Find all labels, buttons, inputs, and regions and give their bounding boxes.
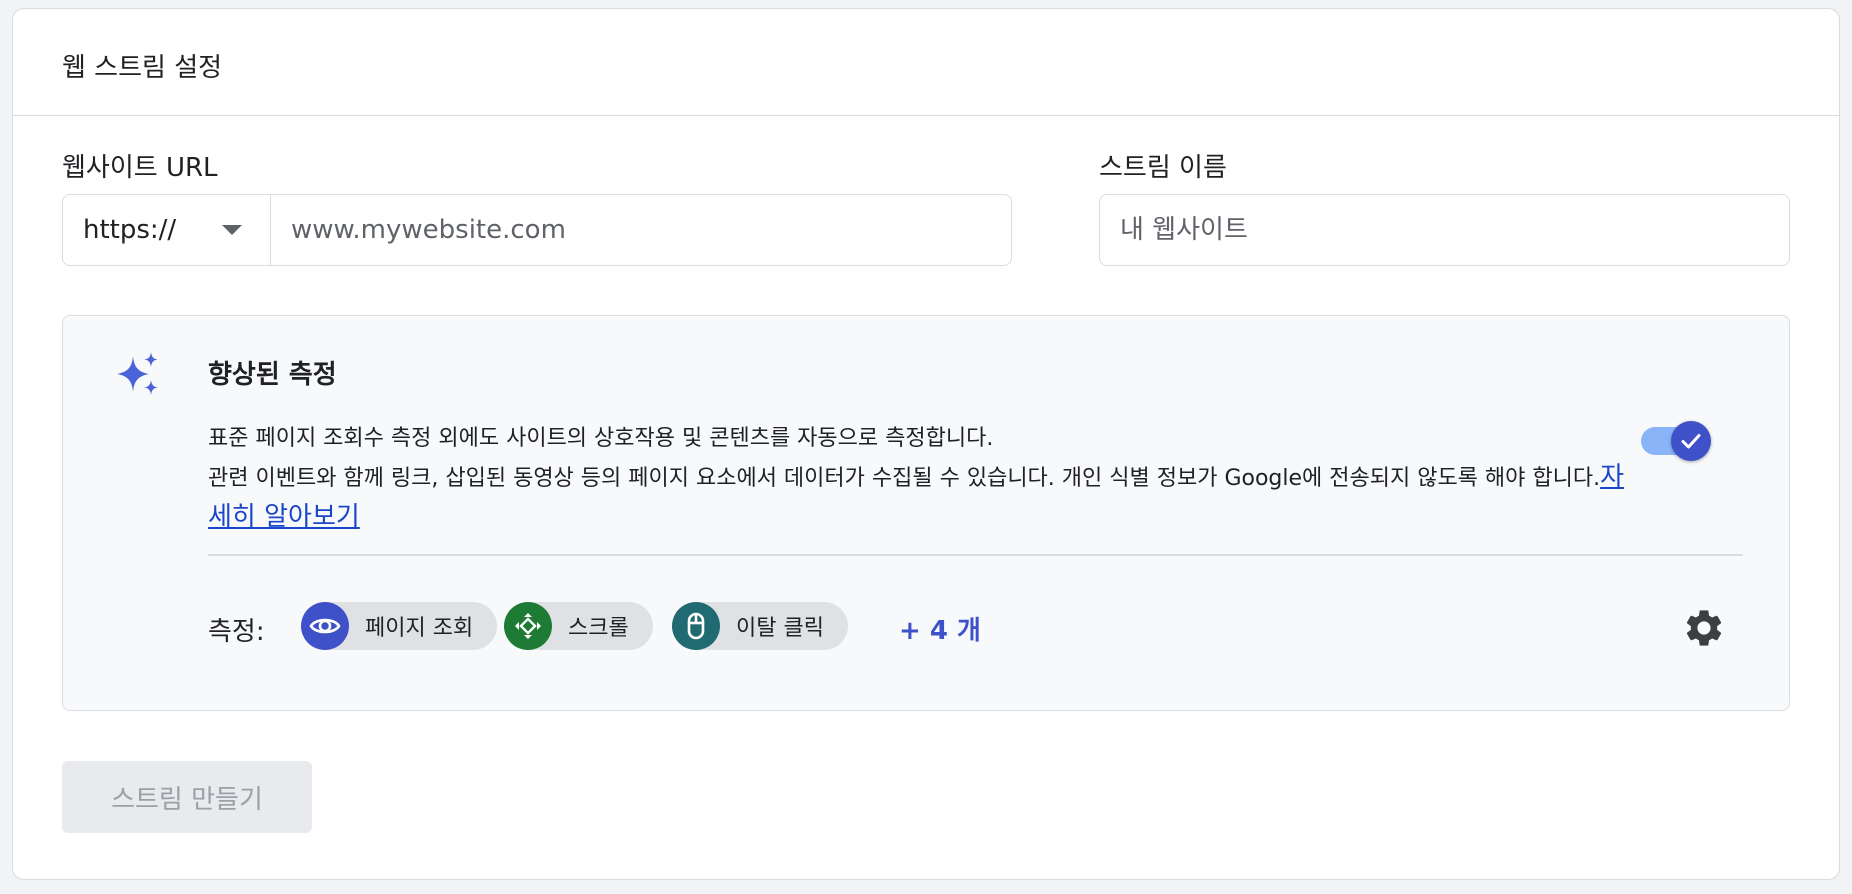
website-url-label: 웹사이트 URL [62,153,218,183]
chip-label: 페이지 조회 [365,616,474,641]
description-line-1: 표준 페이지 조회수 측정 외에도 사이트의 상호작용 및 콘텐츠를 자동으로 … [208,426,994,451]
create-stream-button[interactable]: 스트림 만들기 [62,761,312,833]
eye-icon [301,602,349,650]
web-stream-setup-card: 웹 스트림 설정 웹사이트 URL https:// 스트림 이름 향상된 측정… [12,8,1840,880]
chip-scroll[interactable]: 스크롤 [504,602,653,650]
description-line-2: 관련 이벤트와 함께 링크, 삽입된 동영상 등의 페이지 요소에서 데이터가 … [208,466,1601,491]
card-header: 웹 스트림 설정 [13,9,1839,116]
chip-page-views[interactable]: 페이지 조회 [301,602,498,650]
protocol-value: https:// [83,215,177,245]
enhanced-measurement-toggle[interactable] [1641,419,1715,463]
enhanced-measurement-description: 표준 페이지 조회수 측정 외에도 사이트의 상호작용 및 콘텐츠를 자동으로 … [208,420,1628,538]
chip-outbound-clicks[interactable]: 이탈 클릭 [672,602,848,650]
more-events-link[interactable]: + 4 개 [899,610,981,647]
website-url-field: https:// [62,194,1012,266]
toggle-knob [1671,421,1711,461]
chevron-down-icon [222,225,242,235]
measuring-label: 측정: [208,617,265,647]
gear-icon[interactable] [1682,606,1726,650]
stream-name-label: 스트림 이름 [1099,153,1227,183]
chip-label: 스크롤 [568,616,629,641]
protocol-select[interactable]: https:// [63,195,271,265]
enhanced-measurement-panel: 향상된 측정 표준 페이지 조회수 측정 외에도 사이트의 상호작용 및 콘텐츠… [62,315,1790,711]
stream-name-input[interactable] [1099,194,1790,266]
checkmark-icon [1681,434,1701,449]
chip-label: 이탈 클릭 [736,616,824,641]
website-url-input[interactable] [271,195,1011,265]
sparkle-icon [117,352,158,395]
panel-divider [208,554,1743,556]
card-title: 웹 스트림 설정 [62,53,223,83]
mouse-icon [672,602,720,650]
enhanced-measurement-title: 향상된 측정 [208,360,337,390]
scroll-arrows-icon [504,602,552,650]
